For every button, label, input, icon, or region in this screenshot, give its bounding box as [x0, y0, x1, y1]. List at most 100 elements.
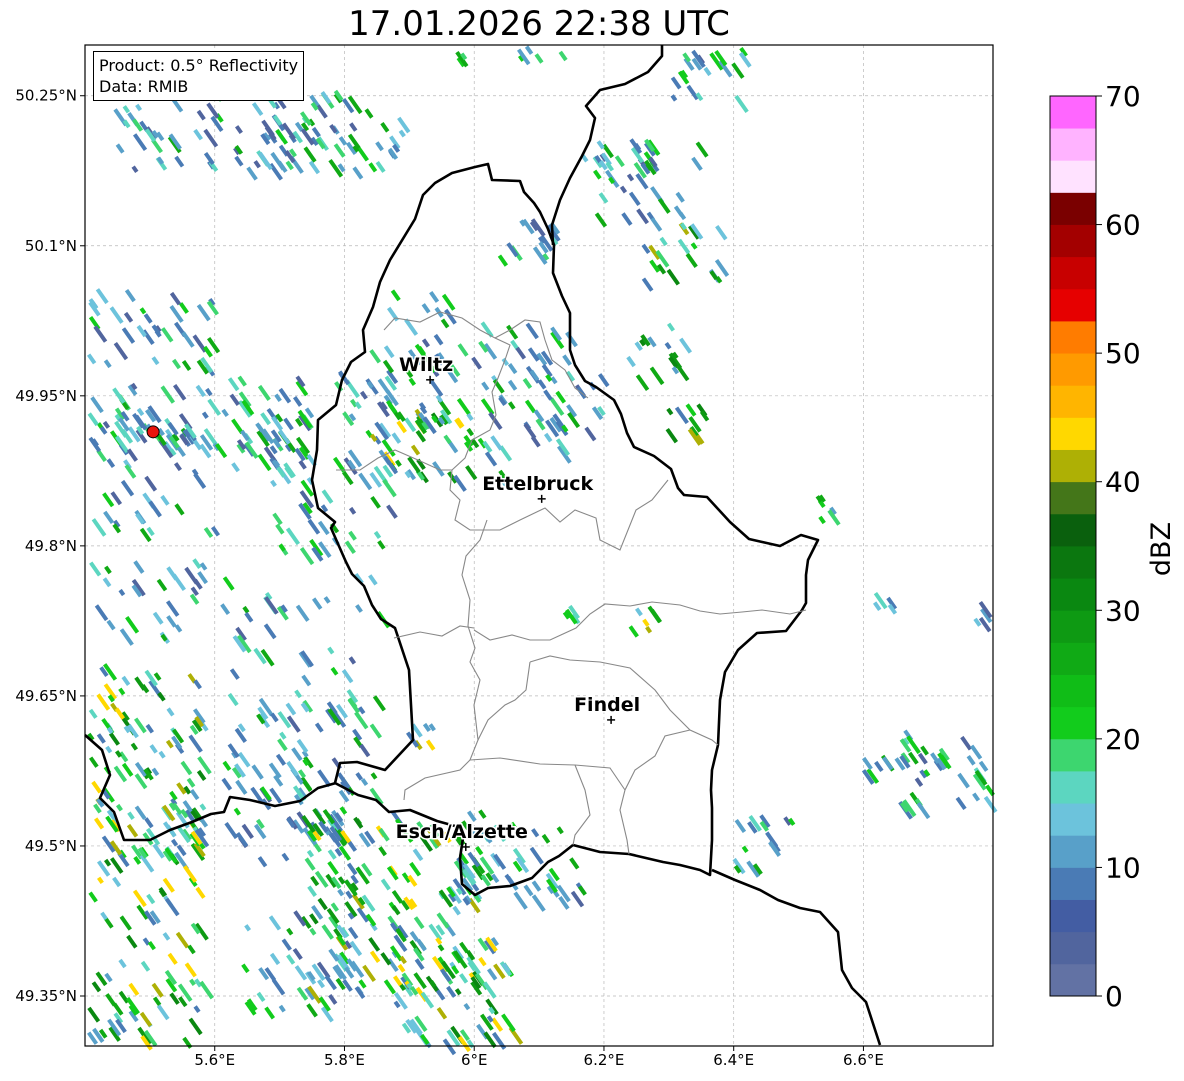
- echo-cell: [908, 751, 919, 765]
- echo-cell: [398, 129, 406, 138]
- echo-cell: [650, 217, 663, 232]
- colorbar-cell: [1050, 578, 1096, 611]
- x-tick-label: 6.6°E: [843, 1051, 884, 1069]
- echo-cell: [134, 805, 147, 820]
- echo-cell: [369, 787, 384, 806]
- x-tick-label: 5.8°E: [324, 1051, 365, 1069]
- echo-cell: [686, 84, 700, 101]
- radar-map: WiltzEttelbruckFindelEsch/Alzette 5.6°E 5…: [15, 44, 998, 1069]
- echo-cell: [95, 971, 108, 987]
- echo-cell: [300, 111, 312, 126]
- echo-cell: [341, 669, 354, 684]
- echo-cell: [709, 270, 719, 281]
- echo-cell: [181, 360, 192, 371]
- colorbar-cell: [1050, 899, 1096, 933]
- echo-cell: [233, 807, 241, 816]
- echo-cell: [330, 666, 339, 676]
- echo-cell: [466, 427, 475, 437]
- echo-cell: [531, 880, 542, 892]
- echo-cell: [121, 762, 134, 777]
- echo-cell: [321, 489, 334, 504]
- echo-cell: [105, 745, 113, 754]
- echo-cell: [222, 760, 232, 771]
- echo-cell: [383, 345, 395, 359]
- echo-cell: [304, 857, 316, 871]
- echo-cell: [189, 593, 200, 605]
- echo-cell: [133, 133, 148, 151]
- echo-cell: [104, 565, 112, 575]
- echo-cell: [115, 803, 123, 812]
- echo-cell: [307, 518, 321, 535]
- echo-cell: [480, 398, 495, 416]
- echo-cell: [354, 711, 369, 730]
- colorbar-cell: [1050, 835, 1096, 868]
- echo-cell: [626, 355, 636, 368]
- city-label: Findel: [574, 694, 640, 716]
- echo-cell: [166, 615, 177, 628]
- echo-cell: [373, 530, 382, 540]
- echo-cell: [327, 646, 335, 655]
- echo-cell: [294, 965, 308, 981]
- echo-cell: [475, 846, 484, 856]
- colorbar-cell: [1050, 449, 1096, 483]
- colorbar-cell: [1050, 192, 1096, 225]
- echo-cell: [690, 242, 698, 250]
- echo-cell: [257, 384, 271, 401]
- colorbar-cell: [1050, 481, 1096, 515]
- echo-cell: [269, 952, 281, 966]
- echo-cell: [277, 738, 288, 752]
- echo-cell: [186, 777, 196, 788]
- echo-cell: [161, 327, 174, 343]
- echo-cell: [271, 978, 286, 996]
- echo-cell: [264, 596, 279, 615]
- colorbar-ticks: 0 10 20 30 40 50 60 70: [1096, 80, 1141, 1013]
- echo-cell: [358, 979, 367, 989]
- echo-cell: [275, 523, 285, 535]
- echo-cell: [169, 291, 182, 306]
- echo-cell: [118, 588, 126, 597]
- echo-cell: [87, 1006, 101, 1023]
- echo-cell: [118, 958, 127, 969]
- echo-cell: [508, 401, 516, 410]
- echo-cell: [457, 343, 469, 357]
- echo-cell: [408, 377, 417, 386]
- echo-cell: [409, 930, 419, 942]
- luxembourg-border: [310, 162, 820, 897]
- echo-cell: [127, 811, 135, 820]
- echo-cell: [515, 346, 527, 360]
- echo-cell: [91, 518, 107, 537]
- echo-cell: [88, 891, 98, 903]
- y-tick-label: 50.1°N: [25, 237, 77, 255]
- echo-cell: [121, 675, 131, 686]
- echo-cell: [490, 435, 503, 451]
- echo-cell: [237, 375, 247, 387]
- echo-cell: [478, 809, 487, 819]
- echo-cell: [143, 313, 153, 324]
- y-tick-label: 49.5°N: [25, 837, 77, 855]
- echo-cell: [135, 103, 143, 112]
- echo-cell: [206, 102, 220, 119]
- echo-cell: [317, 897, 328, 911]
- echo-cell: [412, 848, 424, 862]
- echo-cell: [307, 885, 317, 897]
- canton-boundaries: [336, 311, 807, 855]
- echo-cell: [264, 1006, 276, 1020]
- echo-cell: [375, 161, 386, 173]
- echo-cell: [102, 577, 112, 588]
- x-tick-label: 6.2°E: [584, 1051, 625, 1069]
- echo-cell: [176, 446, 186, 458]
- echo-cell: [383, 979, 397, 995]
- echo-cell: [103, 858, 112, 867]
- echo-cell: [285, 702, 297, 716]
- echo-cell: [181, 331, 195, 348]
- echo-cell: [237, 751, 251, 768]
- echo-cell: [201, 411, 209, 419]
- echo-cell: [454, 988, 462, 996]
- colorbar-cell: [1050, 288, 1096, 322]
- echo-cell: [393, 975, 403, 987]
- echo-cell: [484, 451, 498, 467]
- echo-cell: [306, 849, 315, 858]
- echo-cell: [970, 744, 983, 760]
- colorbar-cell: [1050, 385, 1096, 418]
- axis-ticks: 5.6°E 5.8°E 6°E 6.2°E 6.4°E 6.6°E 49.35°N 49.5°…: [15, 87, 884, 1069]
